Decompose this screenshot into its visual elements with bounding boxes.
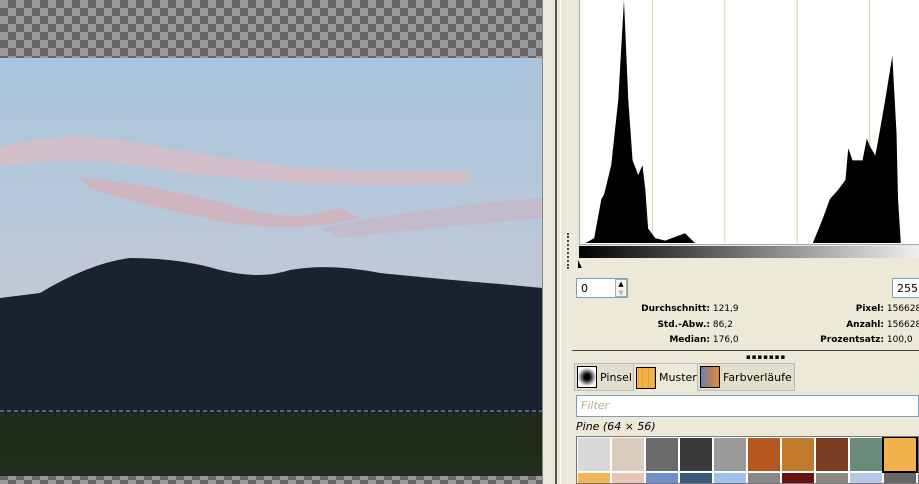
pattern-swatch[interactable] <box>646 438 678 471</box>
pattern-swatch[interactable] <box>714 473 746 483</box>
histogram-view <box>579 0 919 245</box>
median-label: Median: <box>669 335 710 345</box>
image-canvas[interactable] <box>0 0 542 484</box>
mean-value: 121,9 <box>712 304 739 314</box>
pixels-value: 156628 <box>886 304 919 314</box>
pixels-label: Pixel: <box>855 304 884 314</box>
std-label: Std.-Abw.: <box>657 320 710 330</box>
count-value: 156628 <box>886 320 919 330</box>
pattern-swatch[interactable] <box>816 438 848 471</box>
pattern-icon <box>636 366 656 389</box>
std-value: 86,2 <box>712 320 733 330</box>
pattern-swatch[interactable] <box>578 473 610 483</box>
panel-divider[interactable] <box>542 0 570 484</box>
range-min-spinner[interactable]: ▲ ▼ <box>615 279 627 297</box>
pattern-swatch[interactable] <box>612 473 644 483</box>
pattern-swatch[interactable] <box>850 438 882 471</box>
percent-label: Prozentsatz: <box>820 335 884 345</box>
pattern-swatch[interactable] <box>748 438 780 471</box>
pattern-swatch[interactable] <box>680 473 712 483</box>
value-gradient-bar[interactable] <box>579 246 919 258</box>
tab-patterns[interactable]: Muster <box>633 363 700 391</box>
pattern-grid[interactable] <box>576 436 919 484</box>
pattern-swatch[interactable] <box>884 473 916 483</box>
pattern-swatch[interactable] <box>782 473 814 483</box>
photo-layer <box>0 58 542 476</box>
range-max-input[interactable]: 255 <box>892 278 919 298</box>
gradient-icon <box>700 366 720 388</box>
pattern-swatch[interactable] <box>612 438 644 471</box>
tab-label: Muster <box>659 371 697 384</box>
filter-input[interactable]: Filter <box>576 395 919 417</box>
pattern-swatch[interactable] <box>680 438 712 471</box>
divider <box>572 350 919 352</box>
pattern-swatch[interactable] <box>748 473 780 483</box>
pattern-swatch[interactable] <box>816 473 848 483</box>
range-handle-min[interactable] <box>578 260 582 268</box>
dock-grip[interactable]: ▪▪▪▪▪▪▪ <box>746 353 786 361</box>
median-value: 176,0 <box>712 335 739 345</box>
pattern-swatch[interactable] <box>850 473 882 483</box>
histogram-area <box>580 0 919 244</box>
pattern-swatch[interactable] <box>578 438 610 471</box>
tab-label: Farbverläufe <box>723 370 792 384</box>
pattern-swatch[interactable] <box>714 438 746 471</box>
mean-label: Durchschnitt: <box>641 304 710 314</box>
count-label: Anzahl: <box>846 320 884 330</box>
percent-value: 100,0 <box>886 335 913 345</box>
brush-icon <box>577 366 597 388</box>
tab-gradients[interactable]: Farbverläufe <box>697 363 795 391</box>
pattern-swatch[interactable] <box>882 437 918 473</box>
pattern-name: Pine (64 × 56) <box>576 420 656 433</box>
pattern-swatch[interactable] <box>646 473 678 483</box>
pattern-swatch[interactable] <box>782 438 814 471</box>
resize-grip[interactable] <box>567 233 570 269</box>
tab-brushes[interactable]: Pinsel <box>574 363 635 391</box>
tab-label: Pinsel <box>600 370 632 384</box>
